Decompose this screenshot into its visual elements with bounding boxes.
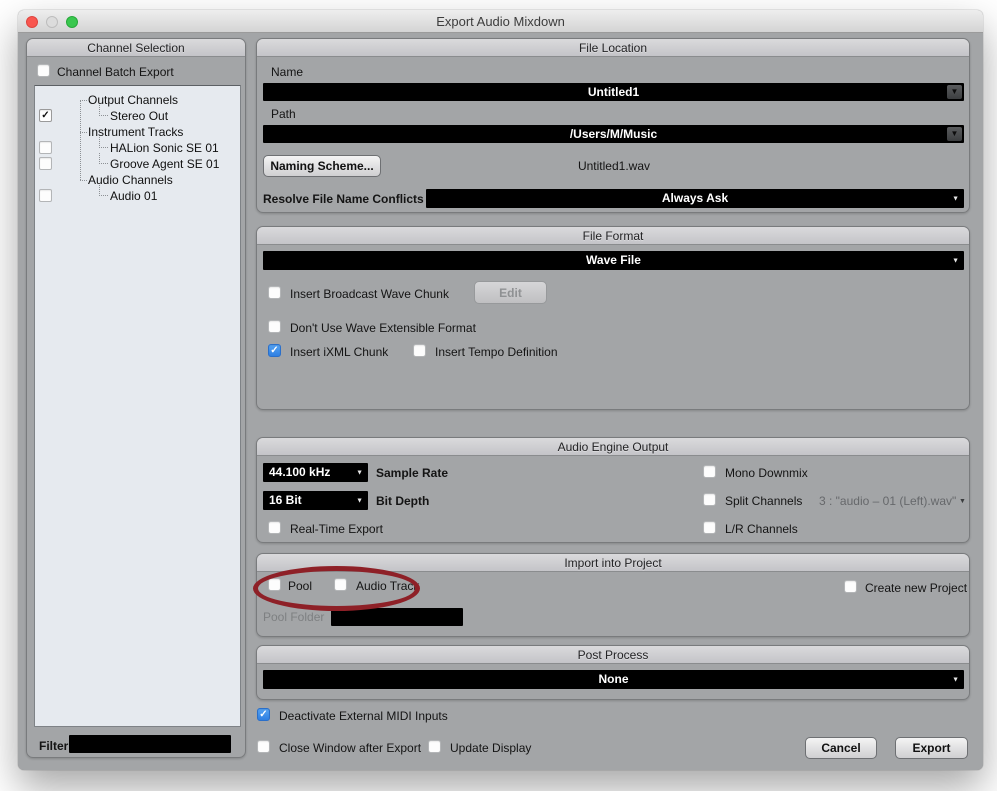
pool-folder-field[interactable]	[331, 608, 463, 626]
halion-sonic-checkbox[interactable]	[39, 141, 52, 154]
tree-item-output-channels[interactable]: Output Channels	[35, 92, 240, 108]
file-location-group: File Location Name Untitled1 ▼ Path /Use…	[256, 38, 970, 213]
channel-batch-export-checkbox[interactable]	[37, 64, 50, 77]
close-window-after-export-label: Close Window after Export	[279, 741, 422, 755]
channel-selection-group: Channel Selection Channel Batch Export O…	[26, 38, 246, 758]
audio-engine-output-group: Audio Engine Output 44.100 kHz ▼ Sample …	[256, 437, 970, 543]
realtime-export-label: Real-Time Export	[290, 522, 383, 536]
split-channels-value[interactable]: 3 : "audio – 01 (Left).wav"	[819, 494, 956, 508]
create-new-project-label: Create new Project	[865, 581, 968, 595]
tree-item-label: Audio 01	[110, 189, 158, 203]
name-dropdown[interactable]: Untitled1 ▼	[263, 83, 964, 101]
broadcast-wave-checkbox[interactable]	[268, 286, 281, 299]
realtime-export-checkbox[interactable]	[268, 521, 281, 534]
split-channels-checkbox[interactable]	[703, 493, 716, 506]
post-process-value: None	[598, 672, 629, 686]
tree-item-groove-agent[interactable]: Groove Agent SE 01	[35, 153, 240, 172]
broadcast-wave-label: Insert Broadcast Wave Chunk	[290, 287, 449, 301]
path-dropdown[interactable]: /Users/M/Music ▼	[263, 125, 964, 143]
post-process-dropdown[interactable]: None ▼	[263, 670, 964, 689]
file-format-header: File Format	[257, 227, 969, 245]
update-display-label: Update Display	[450, 741, 532, 755]
edit-button[interactable]: Edit	[474, 281, 547, 304]
lr-channels-label: L/R Channels	[725, 522, 798, 536]
tree-item-label: HALion Sonic SE 01	[110, 141, 219, 155]
sample-rate-label: Sample Rate	[376, 466, 449, 480]
window-title: Export Audio Mixdown	[436, 14, 565, 29]
mono-downmix-label: Mono Downmix	[725, 466, 808, 480]
tempo-definition-checkbox[interactable]	[413, 344, 426, 357]
filter-label: Filter	[39, 739, 69, 753]
tree-item-label: Groove Agent SE 01	[110, 157, 220, 171]
audio-01-checkbox[interactable]	[39, 189, 52, 202]
path-dropdown-caret-icon[interactable]: ▼	[947, 127, 962, 141]
sample-rate-value: 44.100 kHz	[269, 465, 331, 479]
bit-depth-label: Bit Depth	[376, 494, 430, 508]
bit-depth-dropdown[interactable]: 16 Bit ▼	[263, 491, 368, 510]
wave-extensible-label: Don't Use Wave Extensible Format	[290, 321, 476, 335]
tree-item-stereo-out[interactable]: ✓ Stereo Out	[35, 105, 240, 124]
path-value: /Users/M/Music	[569, 127, 658, 141]
name-label: Name	[271, 65, 304, 79]
resolve-conflicts-caret-icon: ▼	[952, 195, 959, 202]
file-location-header: File Location	[257, 39, 969, 57]
groove-agent-checkbox[interactable]	[39, 157, 52, 170]
bit-depth-value: 16 Bit	[269, 493, 302, 507]
resolve-conflicts-dropdown[interactable]: Always Ask ▼	[426, 189, 964, 208]
wave-extensible-checkbox[interactable]	[268, 320, 281, 333]
deactivate-midi-label: Deactivate External MIDI Inputs	[279, 709, 448, 723]
tree-item-audio-01[interactable]: Audio 01	[35, 185, 240, 204]
close-window-after-export-checkbox[interactable]	[257, 740, 270, 753]
pool-folder-label: Pool Folder	[263, 610, 325, 624]
preview-filename: Untitled1.wav	[577, 159, 651, 173]
sample-rate-dropdown[interactable]: 44.100 kHz ▼	[263, 463, 368, 482]
post-process-group: Post Process None ▼	[256, 645, 970, 700]
file-format-group: File Format Wave File ▼ Insert Broadcast…	[256, 226, 970, 410]
ixml-chunk-label: Insert iXML Chunk	[290, 345, 389, 359]
tree-item-label: Stereo Out	[110, 109, 169, 123]
create-new-project-checkbox[interactable]	[844, 580, 857, 593]
channel-list[interactable]: Output Channels ✓ Stereo Out Instrument …	[34, 85, 241, 727]
post-process-header: Post Process	[257, 646, 969, 664]
post-process-caret-icon: ▼	[952, 676, 959, 683]
stereo-out-checkbox[interactable]: ✓	[39, 109, 52, 122]
tree-item-halion-sonic[interactable]: HALion Sonic SE 01	[35, 137, 240, 156]
resolve-conflicts-value: Always Ask	[661, 191, 729, 205]
ixml-chunk-checkbox[interactable]: ✓	[268, 344, 281, 357]
bit-depth-caret-icon: ▼	[356, 497, 363, 504]
path-label: Path	[271, 107, 296, 121]
audio-engine-output-header: Audio Engine Output	[257, 438, 969, 456]
name-dropdown-caret-icon[interactable]: ▼	[947, 85, 962, 99]
channel-selection-header: Channel Selection	[27, 39, 245, 57]
file-format-caret-icon: ▼	[952, 257, 959, 264]
export-button[interactable]: Export	[895, 737, 968, 759]
sample-rate-caret-icon: ▼	[356, 469, 363, 476]
name-value: Untitled1	[587, 85, 640, 99]
file-format-dropdown[interactable]: Wave File ▼	[263, 251, 964, 270]
tree-item-instrument-tracks[interactable]: Instrument Tracks	[35, 124, 240, 140]
annotation-ellipse	[253, 566, 420, 611]
resolve-conflicts-label: Resolve File Name Conflicts	[263, 192, 424, 206]
deactivate-midi-checkbox[interactable]: ✓	[257, 708, 270, 721]
split-channels-caret-icon[interactable]: ▼	[959, 498, 966, 505]
tree-item-audio-channels[interactable]: Audio Channels	[35, 172, 240, 188]
filter-input[interactable]	[69, 735, 231, 753]
export-audio-mixdown-dialog: Export Audio Mixdown Channel Selection C…	[18, 10, 983, 770]
mono-downmix-checkbox[interactable]	[703, 465, 716, 478]
tempo-definition-label: Insert Tempo Definition	[435, 345, 558, 359]
channel-batch-export-label: Channel Batch Export	[57, 65, 174, 79]
lr-channels-checkbox[interactable]	[703, 521, 716, 534]
cancel-button[interactable]: Cancel	[805, 737, 877, 759]
split-channels-label: Split Channels	[725, 494, 803, 508]
titlebar: Export Audio Mixdown	[18, 10, 983, 33]
screen: Export Audio Mixdown Channel Selection C…	[0, 0, 997, 791]
file-format-value: Wave File	[586, 253, 641, 267]
update-display-checkbox[interactable]	[428, 740, 441, 753]
